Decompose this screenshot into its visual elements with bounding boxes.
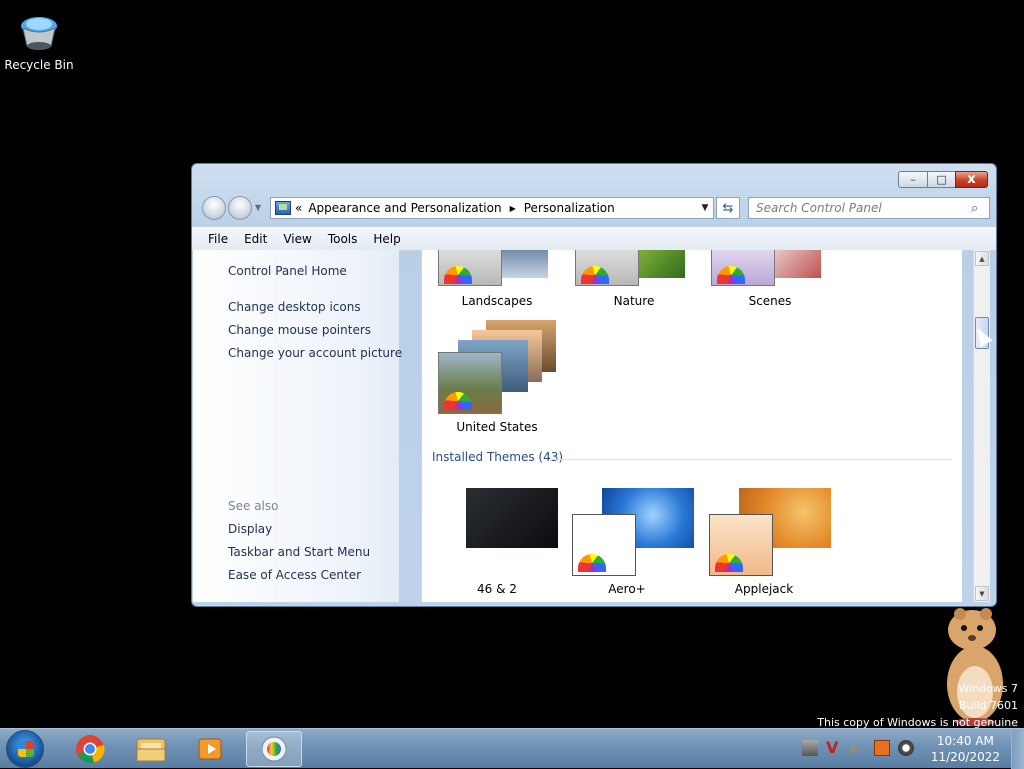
- theme-46-and-2[interactable]: 46 & 2: [432, 486, 562, 596]
- menu-bar: File Edit View Tools Help: [192, 226, 996, 251]
- scroll-down-button[interactable]: ▼: [975, 586, 989, 601]
- breadcrumb-arrow-icon[interactable]: ▶: [510, 204, 516, 213]
- tray-flag-icon[interactable]: [874, 740, 890, 756]
- watermark-line-1: Windows 7: [958, 682, 1018, 695]
- change-account-picture-link[interactable]: Change your account picture: [228, 346, 402, 360]
- installed-themes-heading[interactable]: Installed Themes (43): [432, 450, 563, 464]
- theme-thumbnail: [432, 320, 562, 414]
- theme-scenes[interactable]: Scenes: [705, 250, 835, 308]
- control-panel-icon: [275, 201, 291, 215]
- see-also-heading: See also: [228, 499, 279, 513]
- theme-name: Landscapes: [461, 294, 533, 308]
- theme-thumbnail: [705, 250, 835, 286]
- minimize-button[interactable]: –: [898, 171, 928, 188]
- theme-name: Applejack: [734, 582, 794, 596]
- recent-pages-dropdown-icon[interactable]: ▼: [255, 203, 261, 212]
- theme-nature[interactable]: Nature: [569, 250, 699, 308]
- scroll-up-button[interactable]: ▲: [975, 251, 989, 266]
- search-icon[interactable]: ⌕: [971, 201, 989, 216]
- maximize-button[interactable]: □: [928, 171, 955, 188]
- theme-applejack[interactable]: Applejack: [699, 486, 831, 596]
- theme-name: United States: [456, 420, 538, 434]
- tray-search-icon[interactable]: ⌕: [850, 740, 866, 756]
- themes-content: Landscapes Nature Scenes United States I…: [421, 250, 962, 602]
- control-panel-home-link[interactable]: Control Panel Home: [228, 264, 347, 278]
- recycle-bin-desktop-icon[interactable]: Recycle Bin: [4, 12, 74, 72]
- theme-name: 46 & 2: [477, 582, 517, 596]
- forward-button[interactable]: [228, 196, 252, 220]
- menu-help[interactable]: Help: [365, 232, 408, 246]
- breadcrumb-personalization[interactable]: Personalization: [524, 201, 615, 215]
- close-button[interactable]: x: [955, 171, 988, 188]
- theme-aero-plus[interactable]: Aero+: [562, 486, 694, 596]
- tray-v-icon[interactable]: V: [826, 740, 842, 756]
- address-bar[interactable]: « Appearance and Personalization ▶ Perso…: [270, 197, 714, 219]
- taskbar-start-menu-link[interactable]: Taskbar and Start Menu: [228, 545, 370, 559]
- theme-thumbnail: [432, 486, 562, 574]
- taskbar-media-player[interactable]: [183, 731, 239, 767]
- task-pane: Control Panel Home Change desktop icons …: [193, 250, 402, 602]
- vertical-scrollbar[interactable]: ▲ ▼: [973, 250, 990, 602]
- recycle-bin-icon: [17, 12, 61, 56]
- media-player-icon: [198, 738, 222, 760]
- menu-tools[interactable]: Tools: [320, 232, 366, 246]
- search-input[interactable]: Search Control Panel ⌕: [748, 197, 990, 219]
- tray-volume-icon[interactable]: [898, 740, 914, 756]
- start-button[interactable]: [6, 730, 44, 768]
- clock-time: 10:40 AM: [936, 734, 994, 748]
- navigation-row: ▼ « Appearance and Personalization ▶ Per…: [200, 195, 990, 221]
- control-panel-window: – □ x ▼ « Appearance and Personalization…: [191, 163, 997, 607]
- clock-date: 11/20/2022: [930, 750, 1000, 764]
- change-mouse-pointers-link[interactable]: Change mouse pointers: [228, 323, 371, 337]
- taskbar: V ⌕ 10:40 AM 11/20/2022: [0, 728, 1024, 769]
- refresh-button[interactable]: ⇆: [716, 197, 740, 219]
- tray-app-icon[interactable]: [802, 740, 818, 756]
- theme-landscapes[interactable]: Landscapes: [432, 250, 562, 308]
- personalization-icon: [261, 736, 287, 762]
- notification-area: V ⌕: [802, 740, 914, 756]
- taskbar-personalization[interactable]: [246, 731, 302, 767]
- theme-thumbnail: [569, 250, 699, 286]
- theme-thumbnail: [562, 486, 694, 576]
- theme-name: Scenes: [748, 294, 792, 308]
- section-divider: [550, 459, 952, 460]
- theme-name: Nature: [613, 294, 655, 308]
- clock[interactable]: 10:40 AM 11/20/2022: [931, 733, 1000, 765]
- folder-icon: [136, 738, 166, 762]
- theme-thumbnail: [699, 486, 831, 576]
- back-button[interactable]: [202, 196, 226, 220]
- taskbar-explorer[interactable]: [123, 731, 179, 767]
- theme-united-states[interactable]: United States: [432, 320, 562, 434]
- watermark-line-2: Build 7601: [958, 699, 1018, 712]
- show-desktop-button[interactable]: [1011, 729, 1024, 769]
- menu-edit[interactable]: Edit: [236, 232, 275, 246]
- windows-watermark: Windows 7 Build 7601 This copy of Window…: [817, 680, 1018, 731]
- change-desktop-icons-link[interactable]: Change desktop icons: [228, 300, 361, 314]
- search-placeholder: Search Control Panel: [756, 201, 882, 215]
- taskbar-chrome[interactable]: [62, 731, 118, 767]
- theme-thumbnail: [432, 250, 562, 286]
- caption-buttons: – □ x: [898, 171, 988, 188]
- menu-file[interactable]: File: [192, 232, 236, 246]
- breadcrumb-overflow[interactable]: «: [295, 201, 302, 215]
- menu-view[interactable]: View: [275, 232, 319, 246]
- ease-of-access-link[interactable]: Ease of Access Center: [228, 568, 361, 582]
- theme-name: Aero+: [608, 582, 646, 596]
- display-link[interactable]: Display: [228, 522, 272, 536]
- breadcrumb-appearance[interactable]: Appearance and Personalization: [308, 201, 501, 215]
- chrome-icon: [76, 735, 105, 763]
- address-dropdown-icon[interactable]: ▼: [697, 203, 713, 213]
- recycle-bin-label: Recycle Bin: [4, 58, 74, 72]
